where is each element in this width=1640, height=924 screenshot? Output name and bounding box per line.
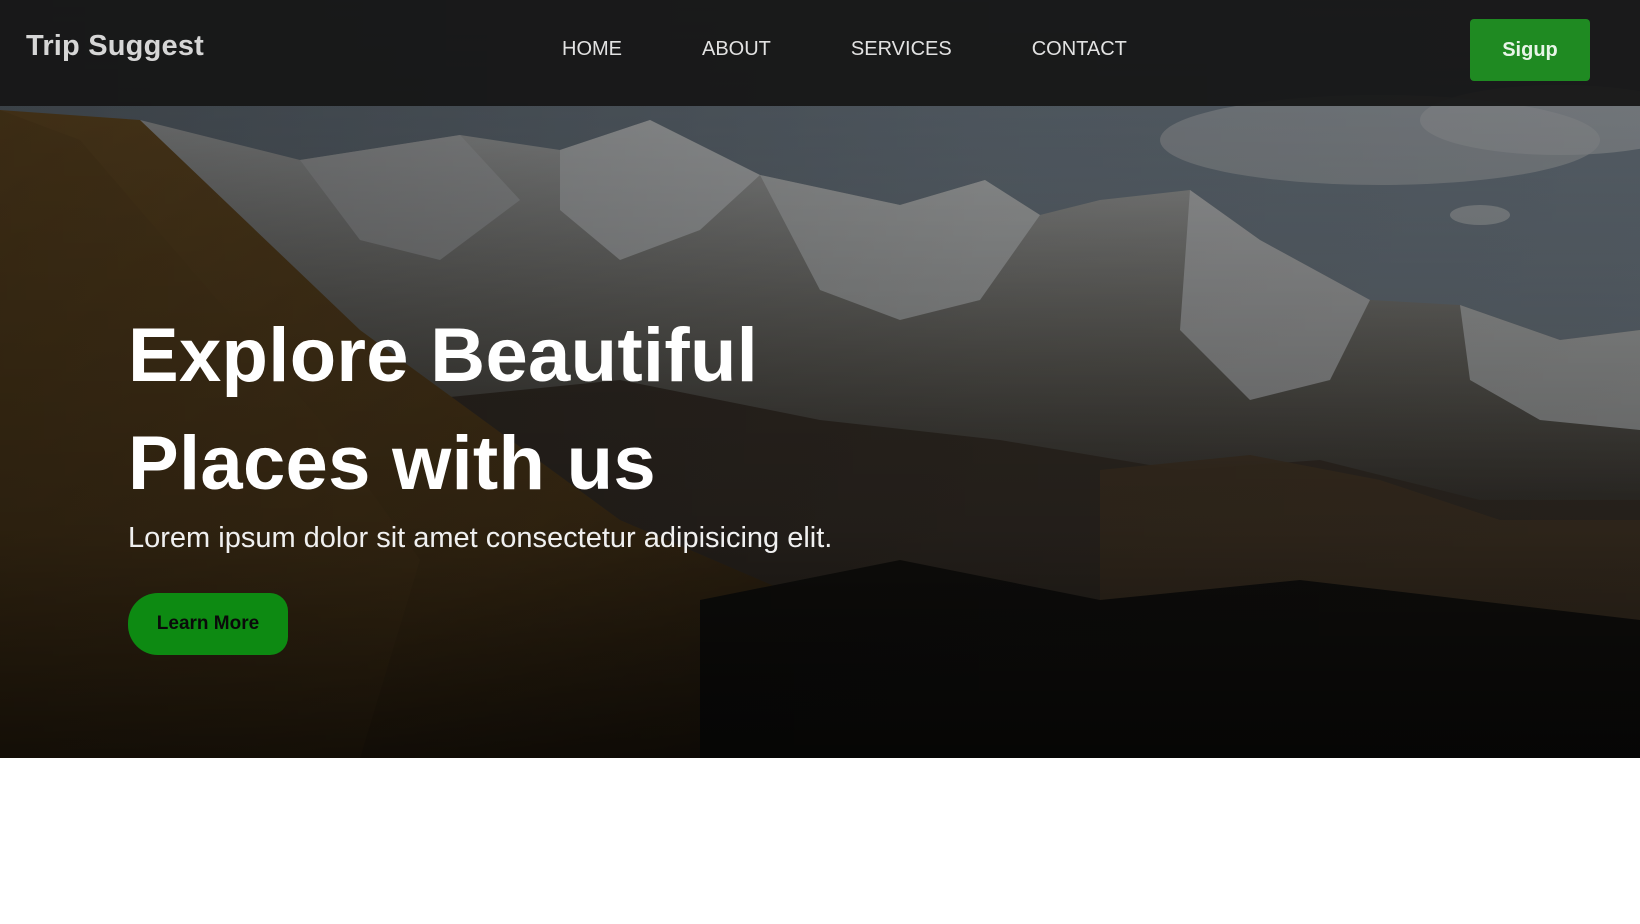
hero-title: Explore Beautiful Places with us [128,313,759,506]
hero-content: Explore Beautiful Places with us Lorem i… [128,302,888,655]
learn-more-button[interactable]: Learn More [128,593,288,655]
nav-link-home[interactable]: HOME [562,38,622,61]
signup-button[interactable]: Sigup [1470,19,1590,81]
nav-link-services[interactable]: SERVICES [851,38,952,61]
brand-logo[interactable]: Trip Suggest [26,30,204,63]
hero-subtitle: Lorem ipsum dolor sit amet consectetur a… [128,522,833,554]
page: Trip Suggest HOME ABOUT SERVICES CONTACT… [0,0,1640,924]
nav-link-contact[interactable]: CONTACT [1032,38,1127,61]
nav-link-about[interactable]: ABOUT [702,38,771,61]
below-hero-blank-area [0,758,1640,924]
hero-section: Trip Suggest HOME ABOUT SERVICES CONTACT… [0,0,1640,758]
top-navbar: Trip Suggest HOME ABOUT SERVICES CONTACT… [0,0,1640,106]
nav-links: HOME ABOUT SERVICES CONTACT [562,38,1207,61]
